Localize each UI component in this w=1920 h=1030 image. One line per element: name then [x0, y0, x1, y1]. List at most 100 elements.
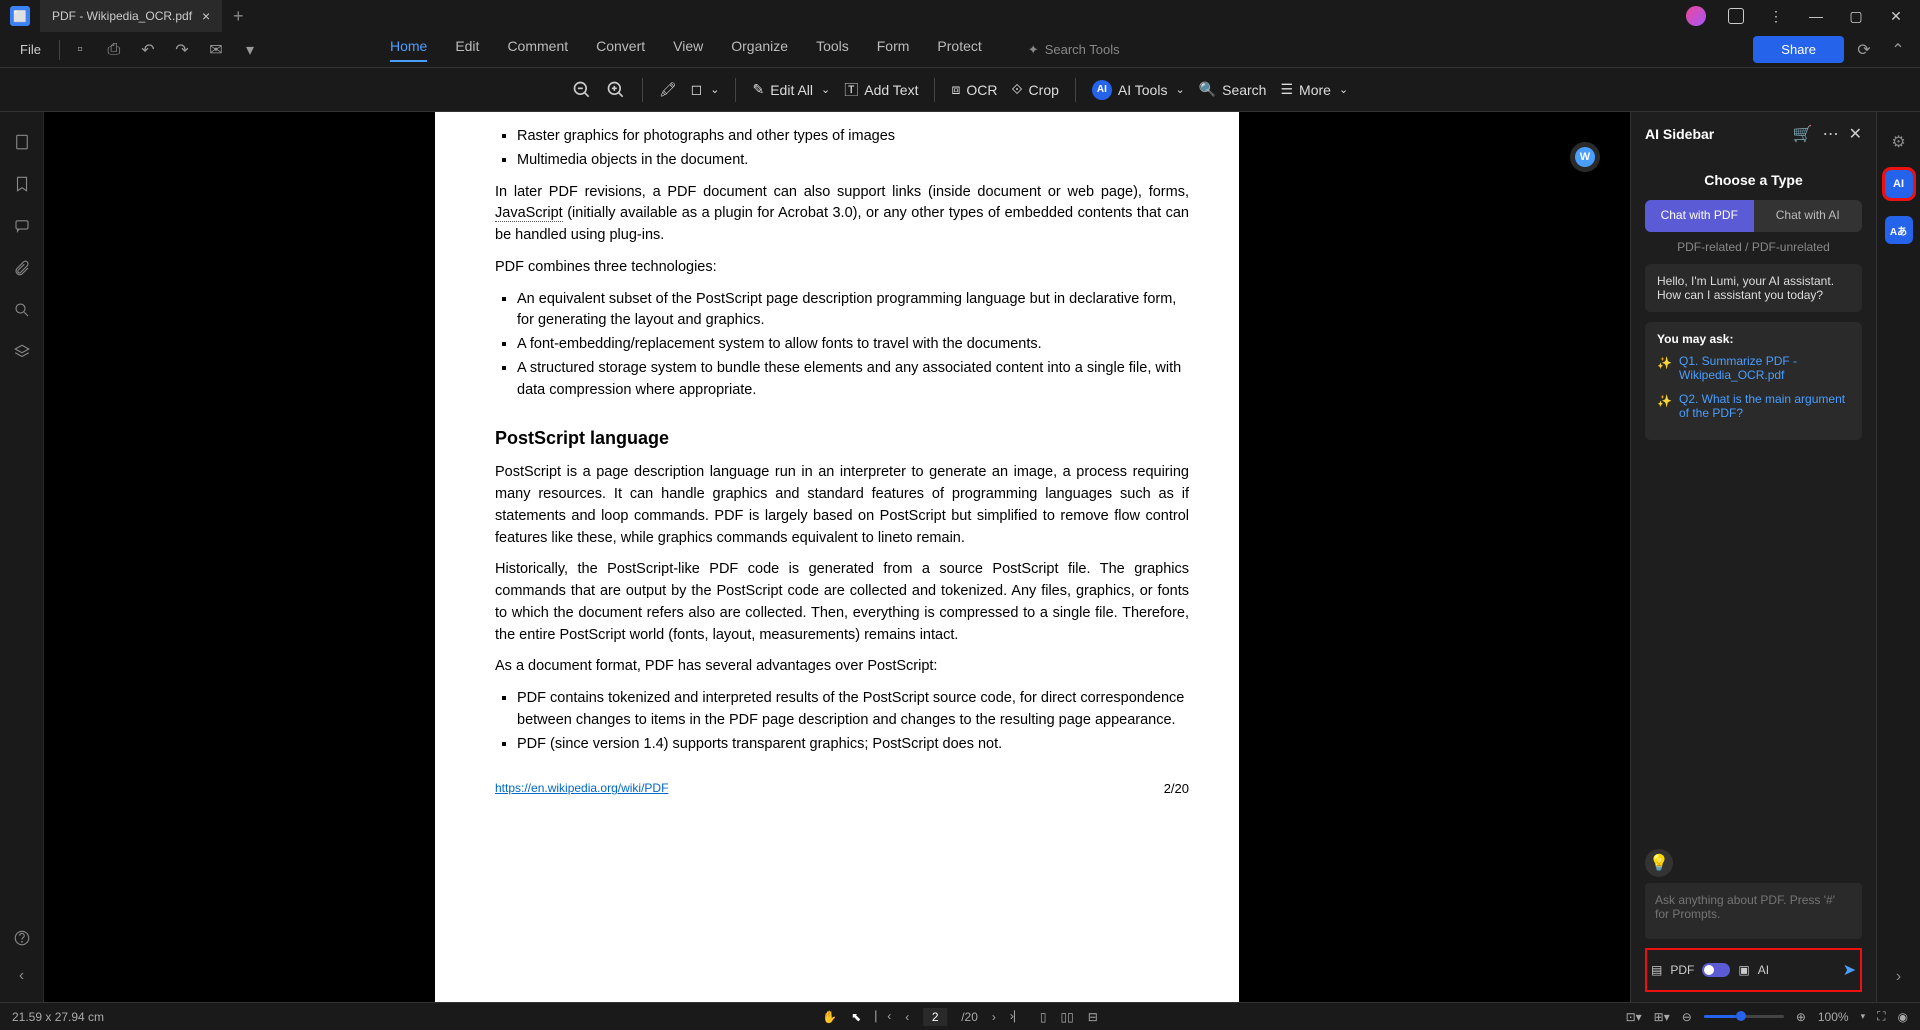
last-page-icon[interactable]: ›⎸	[1010, 1009, 1026, 1024]
select-tool-icon[interactable]: ⬉	[851, 1010, 861, 1024]
sync-icon[interactable]: ⟳	[1850, 36, 1878, 64]
user-avatar[interactable]	[1680, 0, 1712, 32]
tab-form[interactable]: Form	[877, 38, 910, 62]
tab-home[interactable]: Home	[390, 38, 427, 62]
prompt-ideas-icon[interactable]: 💡	[1645, 849, 1673, 877]
single-page-icon[interactable]: ▯	[1040, 1010, 1047, 1024]
prev-page-icon[interactable]: ‹	[905, 1010, 909, 1024]
attachments-icon[interactable]	[12, 258, 32, 278]
collapse-ribbon-icon[interactable]: ⌃	[1884, 36, 1912, 64]
tab-organize[interactable]: Organize	[731, 38, 788, 62]
close-tab-icon[interactable]: ×	[202, 8, 210, 24]
doc-heading: PostScript language	[495, 425, 1189, 452]
email-icon[interactable]: ✉	[202, 36, 230, 64]
highlight-icon[interactable]: 🖍	[659, 81, 677, 98]
next-page-icon[interactable]: ›	[992, 1010, 996, 1024]
close-window-button[interactable]: ✕	[1880, 0, 1912, 32]
tab-view[interactable]: View	[673, 38, 703, 62]
send-button[interactable]: ➤	[1843, 960, 1856, 980]
mode-toggle[interactable]	[1702, 963, 1730, 977]
toolbar: 🖍 ◻ ✎ Edit All 🅃 Add Text ⧈ OCR ⟐ Crop A…	[0, 68, 1920, 112]
sidebar-menu-icon[interactable]: ⋯	[1823, 124, 1839, 144]
tab-title: PDF - Wikipedia_OCR.pdf	[52, 9, 192, 23]
suggestion-q1[interactable]: ✨Q1. Summarize PDF - Wikipedia_OCR.pdf	[1657, 354, 1850, 382]
zoom-slider[interactable]	[1704, 1015, 1784, 1018]
tab-convert[interactable]: Convert	[596, 38, 645, 62]
dropdown-icon[interactable]: ▾	[236, 36, 264, 64]
add-tab-button[interactable]: +	[222, 6, 254, 27]
suggestion-q2[interactable]: ✨Q2. What is the main argument of the PD…	[1657, 392, 1850, 420]
first-page-icon[interactable]: ⎸‹	[875, 1009, 891, 1024]
expand-right-icon[interactable]: ›	[1896, 968, 1901, 986]
edit-all-button[interactable]: ✎ Edit All	[752, 81, 830, 98]
doc-text: An equivalent subset of the PostScript p…	[517, 289, 1189, 333]
thumbnails-icon[interactable]	[12, 132, 32, 152]
zoom-out-icon[interactable]	[572, 80, 592, 100]
crop-button[interactable]: ⟐ Crop	[1012, 81, 1059, 98]
doc-text: A font-embedding/replacement system to a…	[517, 334, 1189, 356]
doc-text: Raster graphics for photographs and othe…	[517, 126, 1189, 148]
doc-text: As a document format, PDF has several ad…	[495, 656, 1189, 678]
ai-tools-button[interactable]: AIAI Tools	[1092, 80, 1185, 100]
suggestions-box: You may ask: ✨Q1. Summarize PDF - Wikipe…	[1645, 322, 1862, 440]
pdf-mode-icon: ▤	[1651, 963, 1662, 977]
ai-greeting: Hello, I'm Lumi, your AI assistant. How …	[1645, 264, 1862, 312]
pdf-mode-label: PDF	[1670, 963, 1694, 977]
read-mode-icon[interactable]: ◉	[1898, 1010, 1908, 1024]
page-input[interactable]	[923, 1008, 947, 1026]
doc-link[interactable]: https://en.wikipedia.org/wiki/PDF	[495, 779, 668, 799]
fullscreen-icon[interactable]: ⛶	[1877, 1009, 1885, 1024]
status-bar: 21.59 x 27.94 cm ✋ ⬉ ⎸‹ ‹ /20 › ›⎸ ▯ ▯▯ …	[0, 1002, 1920, 1030]
search-rail-icon[interactable]	[12, 300, 32, 320]
redo-icon[interactable]: ↷	[168, 36, 196, 64]
undo-icon[interactable]: ↶	[134, 36, 162, 64]
zoom-in-status-icon[interactable]: ⊕	[1796, 1010, 1806, 1024]
sparkle-icon: ✨	[1657, 394, 1671, 408]
shape-icon[interactable]: ◻	[691, 81, 720, 98]
collapse-left-icon[interactable]: ‹	[12, 966, 32, 986]
open-icon[interactable]: ▫	[66, 36, 94, 64]
fit-page-icon[interactable]: ⊞▾	[1654, 1010, 1670, 1024]
settings-icon[interactable]: ⚙	[1891, 132, 1905, 152]
ocr-button[interactable]: ⧈ OCR	[951, 81, 997, 98]
close-sidebar-icon[interactable]: ✕	[1849, 124, 1862, 144]
tab-edit[interactable]: Edit	[455, 38, 479, 62]
zoom-level[interactable]: 100%	[1818, 1010, 1849, 1024]
search-tools[interactable]: ✦ Search Tools	[1028, 42, 1120, 58]
help-icon[interactable]	[12, 928, 32, 948]
print-icon[interactable]: ⎙	[100, 36, 128, 64]
word-badge[interactable]: W	[1570, 142, 1600, 172]
zoom-out-status-icon[interactable]: ⊖	[1682, 1010, 1692, 1024]
file-menu[interactable]: File	[8, 42, 53, 57]
document-tab[interactable]: PDF - Wikipedia_OCR.pdf ×	[40, 0, 222, 32]
zoom-in-icon[interactable]	[606, 80, 626, 100]
minimize-button[interactable]: —	[1800, 0, 1832, 32]
chat-mode-row: ▤ PDF ▣ AI ➤	[1645, 948, 1862, 992]
ai-translate-button[interactable]: Aあ	[1885, 216, 1913, 244]
tab-tools[interactable]: Tools	[816, 38, 849, 62]
comments-icon[interactable]	[12, 216, 32, 236]
tab-protect[interactable]: Protect	[937, 38, 981, 62]
chat-with-ai-button[interactable]: Chat with AI	[1754, 200, 1863, 232]
hand-tool-icon[interactable]: ✋	[822, 1010, 837, 1024]
more-button[interactable]: ☰ More	[1280, 81, 1348, 98]
share-button[interactable]: Share	[1753, 36, 1844, 63]
two-page-icon[interactable]: ▯▯	[1061, 1010, 1074, 1024]
bookmarks-icon[interactable]	[12, 174, 32, 194]
chat-input[interactable]	[1645, 883, 1862, 939]
cart-icon[interactable]: 🛒	[1793, 124, 1813, 144]
ai-sidebar-toggle[interactable]: AI	[1885, 170, 1913, 198]
maximize-button[interactable]: ▢	[1840, 0, 1872, 32]
fit-width-icon[interactable]: ⊡▾	[1626, 1010, 1642, 1024]
document-viewport[interactable]: W Raster graphics for photographs and ot…	[44, 112, 1630, 1002]
continuous-icon[interactable]: ⊟	[1088, 1010, 1098, 1024]
ai-sidebar: AI Sidebar 🛒 ⋯ ✕ Choose a Type Chat with…	[1630, 112, 1876, 1002]
search-button[interactable]: 🔍 Search	[1199, 81, 1267, 98]
kebab-menu-icon[interactable]: ⋮	[1760, 0, 1792, 32]
layers-icon[interactable]	[12, 342, 32, 362]
tab-comment[interactable]: Comment	[507, 38, 568, 62]
add-text-button[interactable]: 🅃 Add Text	[844, 80, 918, 100]
chat-with-pdf-button[interactable]: Chat with PDF	[1645, 200, 1754, 232]
feedback-icon[interactable]	[1720, 0, 1752, 32]
ai-mode-icon: ▣	[1738, 963, 1749, 977]
